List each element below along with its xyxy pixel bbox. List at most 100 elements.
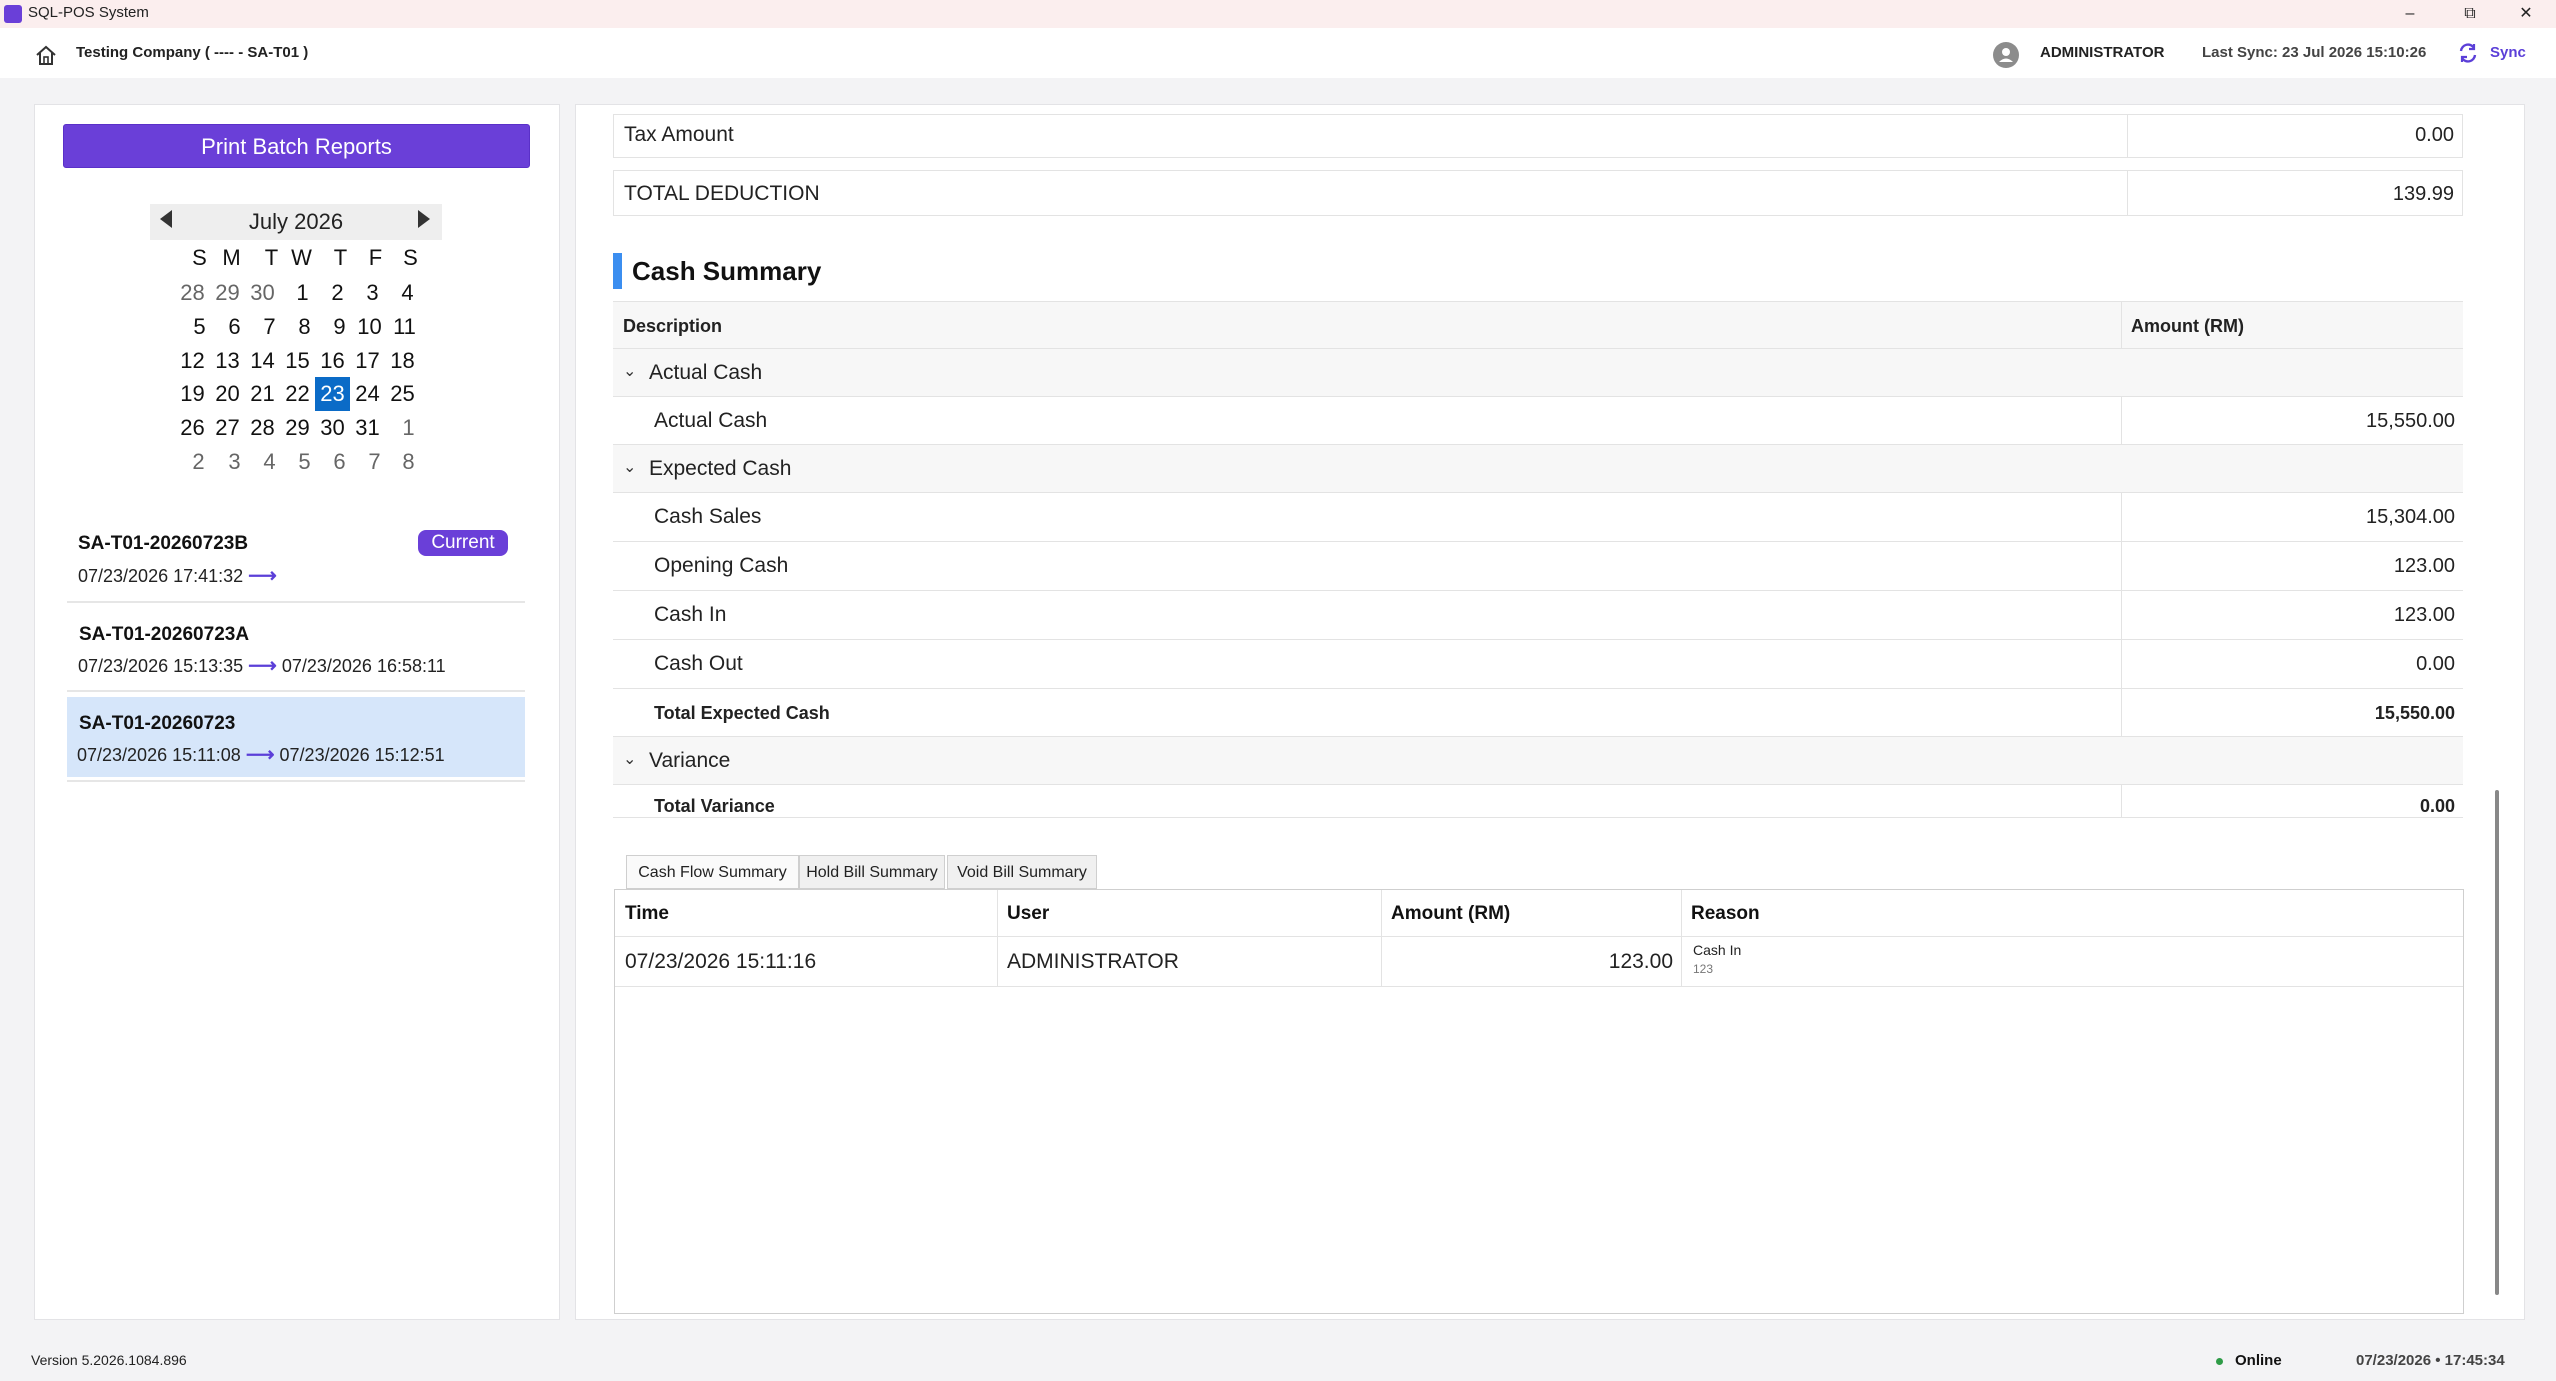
calendar-day[interactable]: 26 <box>175 411 210 445</box>
tab-cash-flow-summary[interactable]: Cash Flow Summary <box>626 855 799 889</box>
calendar-day[interactable]: 4 <box>390 276 425 310</box>
column-amount-header: Amount (RM) <box>1391 903 1511 924</box>
calendar-day[interactable]: 27 <box>210 411 245 445</box>
group-variance[interactable]: ⌄ Variance <box>613 737 2463 785</box>
calendar-prev-month-icon[interactable] <box>160 210 172 228</box>
group-label: Variance <box>649 749 731 772</box>
calendar-day[interactable]: 2 <box>320 276 355 310</box>
calendar-day[interactable]: 7 <box>252 310 287 344</box>
calendar-month-title[interactable]: July 2026 <box>220 209 372 235</box>
calendar-day[interactable]: 21 <box>245 377 280 411</box>
calendar-day[interactable]: 10 <box>352 310 387 344</box>
column-divider <box>2121 785 2122 817</box>
weekday-mon: M <box>222 245 241 270</box>
calendar-day[interactable]: 1 <box>391 411 426 445</box>
batch-item[interactable]: SA-T01-20260723A 07/23/2026 15:13:35 ⟶ 0… <box>67 610 525 690</box>
calendar-day[interactable]: 12 <box>175 344 210 378</box>
column-divider <box>2127 115 2128 157</box>
calendar-day[interactable]: 13 <box>210 344 245 378</box>
close-button[interactable]: ✕ <box>2496 0 2556 28</box>
column-divider <box>2121 542 2122 590</box>
calendar-day[interactable]: 5 <box>182 310 217 344</box>
calendar-day[interactable]: 20 <box>210 377 245 411</box>
cell-reason: Cash In <box>1693 942 1742 958</box>
column-description-header: Description <box>623 316 723 336</box>
cash-summary-row: Cash Out 0.00 <box>613 640 2463 689</box>
footer-datetime: 07/23/2026 • 17:45:34 <box>2356 1352 2505 1369</box>
column-divider <box>1381 937 1382 986</box>
title-bar <box>0 0 2556 28</box>
calendar-day[interactable]: 3 <box>355 276 390 310</box>
tab-void-bill-summary[interactable]: Void Bill Summary <box>947 855 1097 889</box>
divider <box>67 690 525 692</box>
calendar-day[interactable]: 14 <box>245 344 280 378</box>
batch-start-time: 07/23/2026 15:11:08 <box>77 745 241 765</box>
calendar-day[interactable]: 17 <box>350 344 385 378</box>
calendar-day[interactable]: 31 <box>350 411 385 445</box>
restore-button[interactable]: ⧉ <box>2440 0 2500 28</box>
scrollbar-thumb[interactable] <box>2495 790 2499 1295</box>
calendar-next-month-icon[interactable] <box>418 210 430 228</box>
chevron-down-icon[interactable]: ⌄ <box>623 749 636 769</box>
calendar-day[interactable]: 29 <box>280 411 315 445</box>
sync-icon[interactable] <box>2457 42 2479 64</box>
group-label: Expected Cash <box>649 457 792 480</box>
total-variance-row: Total Variance 0.00 <box>613 785 2463 818</box>
calendar-day[interactable]: 8 <box>391 445 426 479</box>
calendar-day[interactable]: 2 <box>181 445 216 479</box>
row-value: 15,304.00 <box>2366 506 2455 528</box>
column-divider <box>2121 689 2122 736</box>
minimize-button[interactable]: – <box>2380 0 2440 28</box>
calendar-day[interactable]: 7 <box>357 445 392 479</box>
cell-time: 07/23/2026 15:11:16 <box>625 950 817 973</box>
calendar-day[interactable]: 3 <box>217 445 252 479</box>
calendar-day[interactable]: 5 <box>287 445 322 479</box>
calendar-day[interactable]: 4 <box>252 445 287 479</box>
column-divider <box>1381 890 1382 936</box>
column-divider <box>2121 640 2122 688</box>
cell-reason-note: 123 <box>1693 962 1714 976</box>
calendar-day[interactable]: 15 <box>280 344 315 378</box>
batch-id: SA-T01-20260723 <box>79 713 236 734</box>
calendar-day[interactable]: 6 <box>217 310 252 344</box>
row-label: Opening Cash <box>654 554 789 577</box>
group-actual-cash[interactable]: ⌄ Actual Cash <box>613 349 2463 397</box>
row-label: Actual Cash <box>654 409 768 432</box>
calendar-day[interactable]: 19 <box>175 377 210 411</box>
calendar-day[interactable]: 29 <box>210 276 245 310</box>
app-header <box>0 28 2556 78</box>
home-icon[interactable] <box>34 44 58 66</box>
row-value: 123.00 <box>2393 555 2455 577</box>
calendar-day[interactable]: 28 <box>175 276 210 310</box>
calendar-day[interactable]: 30 <box>315 411 350 445</box>
chevron-down-icon[interactable]: ⌄ <box>623 457 636 477</box>
column-reason-header: Reason <box>1691 903 1760 924</box>
column-divider <box>2121 302 2122 348</box>
group-expected-cash[interactable]: ⌄ Expected Cash <box>613 445 2463 493</box>
calendar-day[interactable]: 18 <box>385 344 420 378</box>
batch-start-time: 07/23/2026 15:13:35 <box>78 656 244 676</box>
cash-summary-title: Cash Summary <box>632 256 822 286</box>
calendar-day[interactable]: 25 <box>385 377 420 411</box>
calendar-day[interactable]: 8 <box>287 310 322 344</box>
total-deduction-label: TOTAL DEDUCTION <box>624 182 820 205</box>
tax-amount-label: Tax Amount <box>624 123 734 146</box>
calendar-day[interactable]: 1 <box>285 276 320 310</box>
sync-button[interactable]: Sync <box>2490 44 2526 61</box>
print-batch-reports-button[interactable]: Print Batch Reports <box>63 124 530 168</box>
row-value: 0.00 <box>2416 653 2455 675</box>
tab-hold-bill-summary[interactable]: Hold Bill Summary <box>799 855 945 889</box>
total-deduction-value: 139.99 <box>2392 183 2454 205</box>
calendar-day-selected[interactable]: 23 <box>315 377 350 411</box>
calendar-day[interactable]: 22 <box>280 377 315 411</box>
batch-time-range: 07/23/2026 15:13:35 ⟶ 07/23/2026 16:58:1… <box>78 653 446 678</box>
chevron-down-icon[interactable]: ⌄ <box>623 361 636 381</box>
calendar-day[interactable]: 30 <box>245 276 280 310</box>
batch-item-selected[interactable]: SA-T01-20260723 07/23/2026 15:11:08 ⟶ 07… <box>67 697 525 777</box>
calendar-day[interactable]: 28 <box>245 411 280 445</box>
calendar-day[interactable]: 24 <box>350 377 385 411</box>
calendar-day[interactable]: 16 <box>315 344 350 378</box>
calendar-day[interactable]: 11 <box>387 310 422 344</box>
calendar-day[interactable]: 6 <box>322 445 357 479</box>
table-row[interactable]: 07/23/2026 15:11:16 ADMINISTRATOR 123.00… <box>615 937 2463 987</box>
